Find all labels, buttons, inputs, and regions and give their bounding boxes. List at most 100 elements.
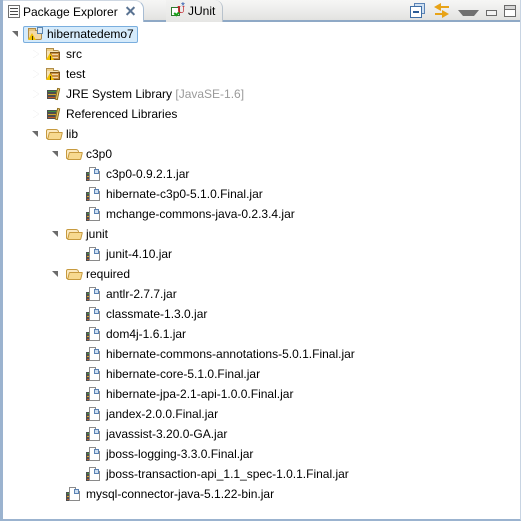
tree-row[interactable]: mchange-commons-java-0.2.3.4.jar — [3, 204, 520, 224]
chevron-down-icon[interactable] — [458, 9, 479, 16]
tree-item[interactable]: Referenced Libraries — [43, 106, 180, 123]
tree-item[interactable]: javassist-3.20.0-GA.jar — [83, 426, 230, 443]
tree-item[interactable]: dom4j-1.6.1.jar — [83, 326, 189, 343]
tree-row[interactable]: jboss-transaction-api_1.1_spec-1.0.1.Fin… — [3, 464, 520, 484]
twisty-placeholder — [69, 164, 83, 184]
tree-row[interactable]: hibernatedemo7 — [3, 24, 520, 44]
tree-row[interactable]: JRE System Library [JavaSE-1.6] — [3, 84, 520, 104]
tree-row[interactable]: Referenced Libraries — [3, 104, 520, 124]
twisty-placeholder — [69, 284, 83, 304]
view-tab-bar: Package Explorer U * JUnit — [3, 0, 520, 22]
twisty-placeholder — [69, 304, 83, 324]
minimize-icon[interactable] — [486, 10, 497, 16]
tree-item-label: dom4j-1.6.1.jar — [106, 327, 187, 341]
tree-row[interactable]: c3p0 — [3, 144, 520, 164]
tree-row[interactable]: hibernate-core-5.1.0.Final.jar — [3, 364, 520, 384]
twisty-expanded-icon[interactable] — [49, 264, 63, 284]
tree-item[interactable]: junit — [63, 226, 111, 243]
twisty-placeholder — [69, 384, 83, 404]
tree-item-selected[interactable]: hibernatedemo7 — [23, 25, 138, 43]
twisty-expanded-icon[interactable] — [29, 124, 43, 144]
collapse-all-icon[interactable] — [410, 3, 427, 19]
jar-icon — [86, 466, 102, 482]
tree-row[interactable]: antlr-2.7.7.jar — [3, 284, 520, 304]
tree-item[interactable]: c3p0 — [63, 146, 115, 163]
tree-row[interactable]: junit — [3, 224, 520, 244]
tree-item-label: JRE System Library [JavaSE-1.6] — [66, 87, 245, 101]
tree-item[interactable]: lib — [43, 126, 81, 143]
tree-item[interactable]: jboss-transaction-api_1.1_spec-1.0.1.Fin… — [83, 466, 352, 483]
tree-row[interactable]: hibernate-commons-annotations-5.0.1.Fina… — [3, 344, 520, 364]
tree-item[interactable]: hibernate-core-5.1.0.Final.jar — [83, 366, 263, 383]
tab-package-explorer[interactable]: Package Explorer — [3, 0, 144, 22]
twisty-placeholder — [49, 484, 63, 504]
jar-icon — [86, 246, 102, 262]
jar-icon — [86, 206, 102, 222]
tree-item[interactable]: hibernate-c3p0-5.1.0.Final.jar — [83, 186, 266, 203]
twisty-placeholder — [69, 464, 83, 484]
twisty-collapsed-icon[interactable] — [29, 64, 43, 84]
tree-row[interactable]: mysql-connector-java-5.1.22-bin.jar — [3, 484, 520, 504]
tree-item-label: hibernate-commons-annotations-5.0.1.Fina… — [106, 347, 355, 361]
twisty-collapsed-icon[interactable] — [29, 44, 43, 64]
tree-row[interactable]: hibernate-c3p0-5.1.0.Final.jar — [3, 184, 520, 204]
twisty-expanded-icon[interactable] — [9, 24, 23, 44]
view-toolbar — [410, 2, 516, 20]
tree-item[interactable]: hibernate-commons-annotations-5.0.1.Fina… — [83, 346, 358, 363]
folder-icon — [66, 266, 83, 282]
link-with-editor-icon[interactable] — [434, 3, 451, 19]
tree-row[interactable]: lib — [3, 124, 520, 144]
tree-item[interactable]: jboss-logging-3.3.0.Final.jar — [83, 446, 256, 463]
tree-item[interactable]: classmate-1.3.0.jar — [83, 306, 210, 323]
tree-item-label: c3p0-0.9.2.1.jar — [106, 167, 190, 181]
source-folder-icon — [46, 66, 62, 82]
tree-item[interactable]: antlr-2.7.7.jar — [83, 286, 180, 303]
twisty-placeholder — [69, 424, 83, 444]
tree-item-label: c3p0 — [86, 147, 113, 161]
tree-item-label: hibernate-jpa-2.1-api-1.0.0.Final.jar — [106, 387, 294, 401]
twisty-placeholder — [69, 444, 83, 464]
twisty-collapsed-icon[interactable] — [29, 84, 43, 104]
package-explorer-view: Package Explorer U * JUnit hibernatedemo7… — [0, 0, 521, 521]
jar-icon — [86, 326, 102, 342]
folder-icon — [46, 126, 63, 142]
jar-icon — [86, 306, 102, 322]
tree-item[interactable]: mchange-commons-java-0.2.3.4.jar — [83, 206, 298, 223]
tree-item[interactable]: mysql-connector-java-5.1.22-bin.jar — [63, 486, 277, 503]
tree-item-label: hibernatedemo7 — [47, 27, 134, 41]
tree-row[interactable]: jboss-logging-3.3.0.Final.jar — [3, 444, 520, 464]
tree-item[interactable]: JRE System Library [JavaSE-1.6] — [43, 86, 247, 103]
close-icon[interactable] — [125, 6, 136, 17]
tree-row[interactable]: required — [3, 264, 520, 284]
tree-item[interactable]: required — [63, 266, 133, 283]
tree-item-label: Referenced Libraries — [66, 107, 178, 121]
twisty-expanded-icon[interactable] — [49, 144, 63, 164]
tree-row[interactable]: javassist-3.20.0-GA.jar — [3, 424, 520, 444]
project-tree[interactable]: hibernatedemo7 src test JRE System Library … — [3, 24, 520, 519]
tree-item[interactable]: jandex-2.0.0.Final.jar — [83, 406, 221, 423]
tree-row[interactable]: dom4j-1.6.1.jar — [3, 324, 520, 344]
twisty-placeholder — [69, 404, 83, 424]
tree-row[interactable]: classmate-1.3.0.jar — [3, 304, 520, 324]
tree-row[interactable]: c3p0-0.9.2.1.jar — [3, 164, 520, 184]
maximize-icon[interactable] — [504, 5, 516, 17]
tab-junit[interactable]: U * JUnit — [166, 0, 224, 22]
tree-item-label: classmate-1.3.0.jar — [106, 307, 208, 321]
tree-row[interactable]: src — [3, 44, 520, 64]
tree-row[interactable]: jandex-2.0.0.Final.jar — [3, 404, 520, 424]
library-icon — [46, 106, 62, 122]
tree-item[interactable]: junit-4.10.jar — [83, 246, 175, 263]
tree-item[interactable]: src — [43, 46, 85, 63]
tree-item-label: jboss-logging-3.3.0.Final.jar — [106, 447, 254, 461]
twisty-expanded-icon[interactable] — [49, 224, 63, 244]
twisty-collapsed-icon[interactable] — [29, 104, 43, 124]
tree-item[interactable]: hibernate-jpa-2.1-api-1.0.0.Final.jar — [83, 386, 296, 403]
tree-row[interactable]: hibernate-jpa-2.1-api-1.0.0.Final.jar — [3, 384, 520, 404]
tree-item-label: required — [86, 267, 131, 281]
tree-item[interactable]: c3p0-0.9.2.1.jar — [83, 166, 192, 183]
tree-row[interactable]: junit-4.10.jar — [3, 244, 520, 264]
jar-icon — [86, 426, 102, 442]
tree-row[interactable]: test — [3, 64, 520, 84]
jar-icon — [86, 186, 102, 202]
tree-item[interactable]: test — [43, 66, 88, 83]
